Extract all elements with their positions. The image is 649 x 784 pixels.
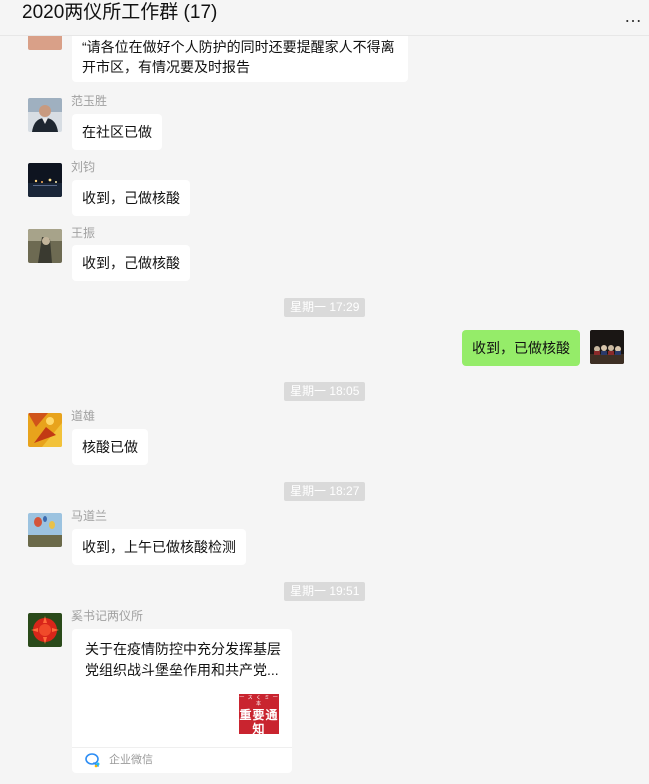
message-bubble[interactable]: 收到，己做核酸 [72, 180, 190, 216]
message-bubble[interactable]: 收到，上午已做核酸检测 [72, 529, 246, 565]
message-bubble[interactable]: 收到，己做核酸 [72, 245, 190, 281]
more-options-icon[interactable]: … [624, 7, 643, 25]
timestamp: 星期一 18:05 [284, 382, 366, 401]
card-thumbnail: 一 ス く ミ 一 本 重要通知 [239, 694, 279, 734]
timestamp: 星期一 19:51 [284, 582, 366, 601]
message-text-line: “请各位在做好个人防护的同时还要提醒家人不得离 [82, 39, 395, 55]
card-title: 关于在疫情防控中充分发挥基层党组织战斗堡垒作用和共产党... [85, 641, 281, 678]
sender-name: 马道兰 [71, 509, 108, 523]
card-divider [72, 747, 292, 748]
timestamp: 星期一 18:27 [284, 482, 366, 501]
avatar[interactable] [28, 229, 62, 263]
thumb-text: 重要通知 [239, 708, 279, 734]
message-text-line: 开市区，有情况要及时报告 [82, 59, 250, 75]
avatar[interactable] [28, 513, 62, 547]
avatar[interactable] [28, 163, 62, 197]
message-bubble[interactable]: 在社区已做 [72, 114, 162, 150]
sender-name: 范玉胜 [71, 94, 108, 108]
avatar[interactable] [28, 413, 62, 447]
self-avatar[interactable] [590, 330, 624, 364]
shared-link-card[interactable]: 关于在疫情防控中充分发挥基层党组织战斗堡垒作用和共产党... 一 ス く ミ 一… [72, 629, 292, 773]
avatar[interactable] [28, 98, 62, 132]
message-bubble-self[interactable]: 收到，已做核酸 [462, 330, 580, 366]
chat-area: “请各位在做好个人防护的同时还要提醒家人不得离 开市区，有情况要及时报告 范玉胜… [0, 0, 649, 784]
chat-header: 2020两仪所工作群 (17) … [0, 0, 649, 36]
wecom-icon [85, 752, 101, 768]
sender-name: 刘钧 [71, 160, 96, 174]
avatar[interactable] [28, 613, 62, 647]
timestamp: 星期一 17:29 [284, 298, 366, 317]
sender-name: 奚书记两仪所 [71, 609, 144, 623]
card-source: 企业微信 [109, 754, 153, 766]
chat-title: 2020两仪所工作群 (17) [22, 2, 218, 23]
sender-name: 王振 [71, 226, 96, 240]
message-bubble[interactable]: 核酸已做 [72, 429, 148, 465]
thumb-decoration: 一 ス く ミ 一 本 [239, 695, 279, 707]
sender-name: 道雄 [71, 409, 96, 423]
